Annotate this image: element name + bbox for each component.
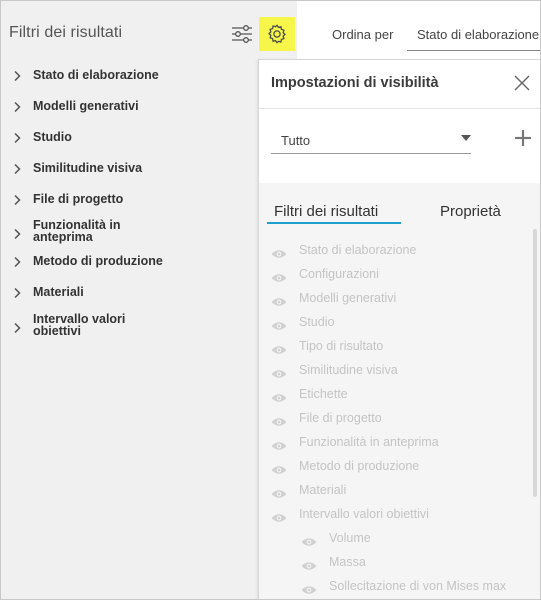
eye-icon[interactable]: [271, 294, 287, 306]
eye-icon[interactable]: [271, 318, 287, 330]
filters-title: Filtri dei risultati: [9, 24, 123, 41]
visibility-row[interactable]: Stato di elaborazione: [259, 241, 529, 261]
sort-label: Ordina per: [332, 27, 394, 42]
visibility-row[interactable]: Similitudine visiva: [259, 361, 529, 381]
visibility-row[interactable]: Materiali: [259, 481, 529, 501]
filter-item-label: Modelli generativi: [33, 99, 139, 113]
eye-icon[interactable]: [301, 558, 317, 570]
panel-divider: [259, 108, 540, 109]
tune-icon: [232, 25, 252, 43]
chevron-right-icon: [11, 69, 23, 82]
eye-icon[interactable]: [301, 534, 317, 546]
gear-icon: [268, 24, 286, 44]
visibility-row[interactable]: Etichette: [259, 385, 529, 405]
visibility-row-label: Similitudine visiva: [299, 363, 398, 377]
chevron-right-icon: [11, 131, 23, 144]
chevron-right-icon: [11, 227, 23, 240]
filter-item-label: Studio: [33, 130, 72, 144]
visibility-row-label: Studio: [299, 315, 335, 329]
visibility-panel-title: Impostazioni di visibilità: [271, 75, 439, 91]
visibility-row[interactable]: Funzionalità in anteprima: [259, 433, 529, 453]
visibility-preset-dropdown[interactable]: Tutto: [271, 122, 471, 154]
visibility-row[interactable]: Metodo di produzione: [259, 457, 529, 477]
visibility-row-label: Intervallo valori obiettivi: [299, 507, 429, 521]
visibility-row[interactable]: Studio: [259, 313, 529, 333]
visibility-settings-panel: Impostazioni di visibilità Tutto Filtri …: [258, 59, 540, 599]
filter-item-label: Metodo di produzione: [33, 254, 163, 268]
add-preset-button[interactable]: [513, 128, 533, 148]
visibility-row-label: Massa: [329, 555, 366, 569]
eye-icon[interactable]: [271, 414, 287, 426]
visibility-row-label: Materiali: [299, 483, 347, 497]
visibility-row[interactable]: File di progetto: [259, 409, 529, 429]
visibility-row[interactable]: Sollecitazione di von Mises max: [259, 577, 529, 597]
plus-icon: [515, 130, 531, 146]
tab-properties[interactable]: Proprietà: [440, 203, 501, 220]
visibility-preset-value: Tutto: [281, 133, 311, 148]
visibility-row-label: Etichette: [299, 387, 348, 401]
eye-icon[interactable]: [271, 342, 287, 354]
visibility-row-label: Sollecitazione di von Mises max: [329, 579, 507, 593]
visibility-row[interactable]: Intervallo valori obiettivi: [259, 505, 529, 525]
filter-item-label: Funzionalità in anteprima: [33, 218, 121, 244]
chevron-right-icon: [11, 100, 23, 113]
visibility-row-label: Volume: [329, 531, 371, 545]
close-button[interactable]: [513, 74, 531, 92]
tab-result-filters[interactable]: Filtri dei risultati: [274, 203, 378, 220]
visibility-row-label: Funzionalità in anteprima: [299, 435, 439, 449]
filter-item-label: Materiali: [33, 285, 84, 299]
caret-down-icon: [461, 135, 471, 141]
visibility-row-label: Configurazioni: [299, 267, 379, 281]
scrollbar[interactable]: [533, 229, 537, 497]
chevron-right-icon: [11, 255, 23, 268]
eye-icon[interactable]: [271, 438, 287, 450]
eye-icon[interactable]: [271, 486, 287, 498]
visibility-row-label: Modelli generativi: [299, 291, 397, 305]
visibility-row-label: Tipo di risultato: [299, 339, 384, 353]
filter-item-label: File di progetto: [33, 192, 124, 206]
eye-icon[interactable]: [271, 366, 287, 378]
visibility-row-label: File di progetto: [299, 411, 382, 425]
sort-dropdown-value: Stato di elaborazione: [417, 27, 540, 42]
filter-settings-button[interactable]: [229, 21, 255, 47]
visibility-row[interactable]: Volume: [259, 529, 529, 549]
eye-icon[interactable]: [271, 270, 287, 282]
eye-icon[interactable]: [271, 510, 287, 522]
visibility-row[interactable]: Modelli generativi: [259, 289, 529, 309]
chevron-right-icon: [11, 162, 23, 175]
visibility-row-label: Metodo di produzione: [299, 459, 420, 473]
close-icon: [514, 75, 530, 91]
chevron-right-icon: [11, 193, 23, 206]
visibility-settings-button[interactable]: [259, 17, 295, 51]
eye-icon[interactable]: [271, 246, 287, 258]
eye-icon[interactable]: [271, 390, 287, 402]
app-frame: Filtri dei risultati Stato di elaborazio…: [0, 0, 541, 600]
visibility-row-label: Stato di elaborazione: [299, 243, 417, 257]
filter-item-label: Similitudine visiva: [33, 161, 143, 175]
eye-icon[interactable]: [271, 462, 287, 474]
visibility-row[interactable]: Massa: [259, 553, 529, 573]
visibility-row[interactable]: Tipo di risultato: [259, 337, 529, 357]
filter-item-label: Intervallo valori obiettivi: [33, 312, 126, 338]
sort-bar: Ordina per Stato di elaborazione: [297, 1, 540, 59]
chevron-right-icon: [11, 286, 23, 299]
active-tab-indicator: [267, 222, 401, 224]
filter-item-label: Stato di elaborazione: [33, 68, 159, 82]
chevron-right-icon: [11, 321, 23, 334]
sort-dropdown[interactable]: Stato di elaborazione: [407, 15, 540, 51]
visibility-tabs-area: Filtri dei risultati Proprietà Stato di …: [259, 183, 540, 599]
eye-icon[interactable]: [301, 582, 317, 594]
visibility-row[interactable]: Configurazioni: [259, 265, 529, 285]
